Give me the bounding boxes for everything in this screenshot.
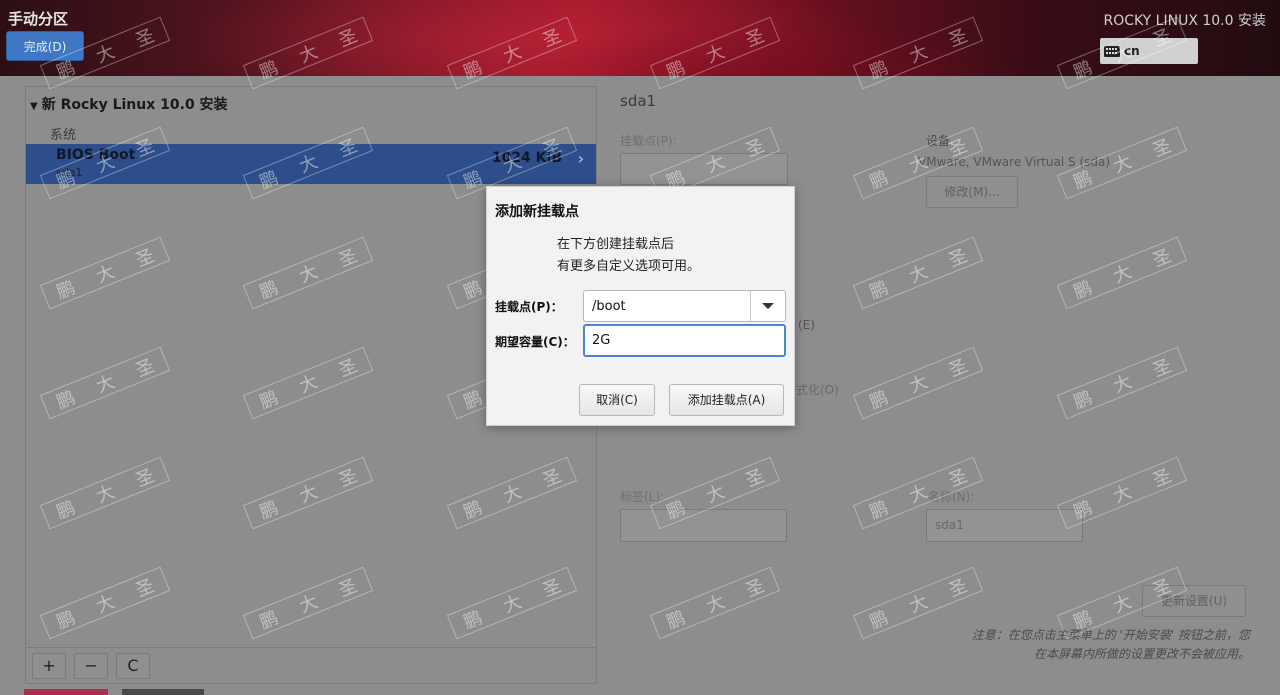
label-field-label: 标签(L):: [620, 490, 665, 504]
storage-summary-bar: [24, 689, 108, 695]
mount-point-label: 挂载点(P):: [620, 134, 677, 148]
name-field-label: 名称(N):: [928, 490, 975, 504]
device-value: VMware, VMware Virtual S (sda): [918, 155, 1111, 169]
mount-point-combobox[interactable]: /boot: [583, 290, 786, 322]
capacity-field-label: 期望容量(C)：: [495, 335, 575, 349]
watermark-tile: 鹏大圣: [852, 236, 984, 310]
modify-button[interactable]: 修改(M)...: [926, 176, 1018, 208]
chevron-right-icon: ›: [577, 149, 584, 168]
watermark-tile: 鹏大圣: [852, 346, 984, 420]
watermark-tile: 鹏大圣: [1056, 346, 1188, 420]
header-bar: 手动分区 完成(D) ROCKY LINUX 10.0 安装 cn: [0, 0, 1280, 76]
partition-name: BIOS Boot: [56, 147, 136, 163]
device-label: 设备: [926, 134, 951, 148]
minus-icon: −: [84, 656, 98, 675]
encrypt-checkbox-label: (E): [798, 318, 815, 332]
keyboard-layout-indicator[interactable]: cn: [1100, 38, 1198, 64]
partition-device: sda1: [56, 166, 83, 179]
refresh-button[interactable]: C: [116, 653, 150, 679]
reformat-checkbox-label: 式化(O): [796, 383, 839, 397]
dialog-message-line2: 有更多自定义选项可用。: [557, 259, 701, 274]
page-title: 手动分区: [8, 10, 69, 28]
dialog-title: 添加新挂载点: [495, 204, 579, 220]
right-panel-title: sda1: [620, 92, 657, 110]
mount-point-field-label: 挂载点(P)：: [495, 300, 563, 314]
install-header-label: 新 Rocky Linux 10.0 安装: [41, 97, 228, 113]
watermark-tile: 鹏大圣: [649, 566, 781, 640]
product-title: ROCKY LINUX 10.0 安装: [1103, 13, 1266, 29]
dialog-message: 在下方创建挂载点后 有更多自定义选项可用。: [557, 234, 700, 278]
update-settings-button[interactable]: 更新设置(U): [1142, 585, 1246, 617]
dialog-message-line1: 在下方创建挂载点后: [557, 237, 675, 252]
add-mount-point-dialog: 添加新挂载点 在下方创建挂载点后 有更多自定义选项可用。 挂载点(P)： /bo…: [486, 186, 795, 426]
expand-triangle-icon: ▼: [30, 101, 38, 112]
mount-point-input[interactable]: [620, 153, 788, 185]
partition-toolbar: + − C: [26, 647, 596, 684]
install-header[interactable]: ▼ 新 Rocky Linux 10.0 安装: [30, 94, 228, 114]
keyboard-layout-label: cn: [1124, 44, 1140, 58]
group-label-system: 系统: [50, 128, 77, 143]
capacity-input[interactable]: 2G: [583, 324, 786, 357]
remove-partition-button[interactable]: −: [74, 653, 108, 679]
chevron-down-icon[interactable]: [762, 303, 774, 309]
name-input[interactable]: sda1: [926, 509, 1083, 542]
done-button[interactable]: 完成(D): [6, 31, 84, 61]
keyboard-icon: [1104, 45, 1120, 57]
plus-icon: +: [42, 656, 56, 675]
note-text: 注意：在您点击主菜单上的 '开始安装' 按钮之前，您在本屏幕内所做的设置更改不会…: [971, 628, 1250, 661]
add-partition-button[interactable]: +: [32, 653, 66, 679]
add-mount-point-button[interactable]: 添加挂载点(A): [669, 384, 784, 416]
watermark-tile: 鹏大圣: [852, 566, 984, 640]
partition-size: 1024 KiB: [491, 150, 562, 166]
cancel-button[interactable]: 取消(C): [579, 384, 655, 416]
watermark-tile: 鹏大圣: [1056, 236, 1188, 310]
refresh-icon: C: [127, 656, 139, 675]
label-input[interactable]: [620, 509, 787, 542]
partition-row[interactable]: BIOS Boot sda1 1024 KiB ›: [26, 144, 596, 184]
mount-point-value: /boot: [592, 299, 626, 314]
storage-summary-bar-2: [122, 689, 204, 695]
